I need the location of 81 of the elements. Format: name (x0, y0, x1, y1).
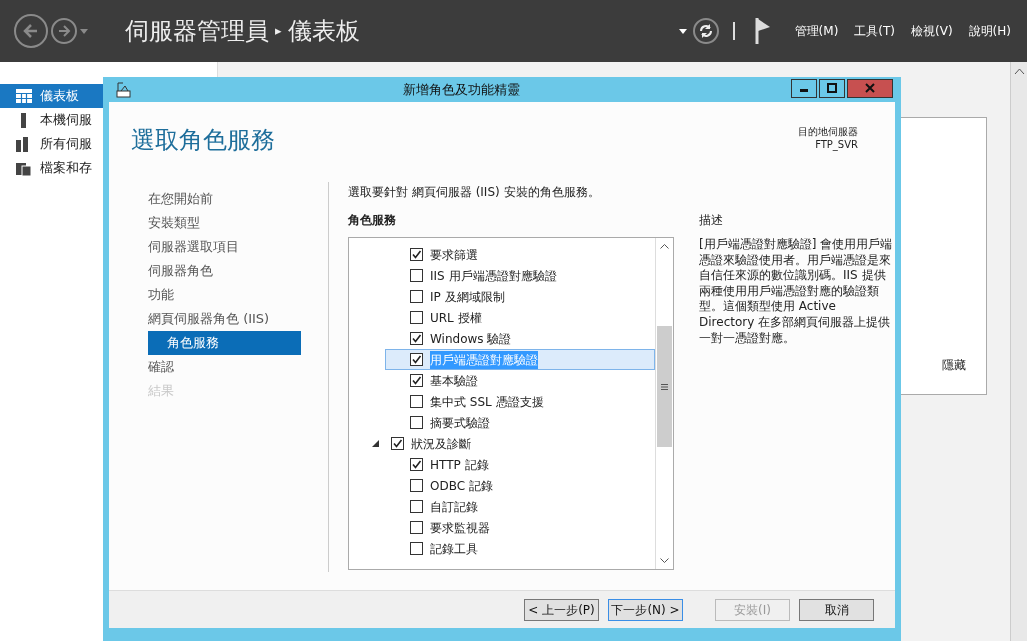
wizard-button[interactable]: 取消 (799, 598, 874, 621)
close-icon (865, 83, 875, 93)
arrow-right-icon (56, 23, 72, 39)
page-title: 儀表板 (287, 16, 360, 47)
checkbox[interactable] (391, 437, 404, 450)
tree-row[interactable]: ODBC 記錄 (349, 475, 654, 496)
tree-row[interactable]: IIS 用戶端憑證對應驗證 (349, 265, 654, 286)
destination-label: 目的地伺服器 (798, 126, 858, 139)
nav-item[interactable]: 本機伺服 (0, 108, 103, 132)
wizard-step[interactable]: 伺服器角色 (148, 259, 301, 283)
menu-item[interactable]: 工具(T) (848, 22, 902, 40)
section-heading: 描述 (699, 212, 724, 229)
chevron-up-icon (660, 244, 669, 249)
checkbox[interactable] (410, 500, 423, 513)
wizard-step[interactable]: 安裝類型 (148, 211, 301, 235)
description-text: [用戶端憑證對應驗證] 會使用用戶端憑證來驗證使用者。用戶端憑證是來自信任來源的數位識別碼。IIS 提供兩種使用用戶端憑證對應的驗證類型。這個類型使用 Active Directory 在多部網頁伺服器上提供一對一憑證對應。 (699, 237, 894, 347)
checkbox[interactable] (410, 395, 423, 408)
hide-link[interactable]: 隱藏 (942, 356, 966, 374)
checkbox[interactable] (410, 416, 423, 429)
nav-item[interactable]: 所有伺服 (0, 132, 103, 156)
checkbox[interactable] (410, 542, 423, 555)
minimize-button[interactable] (791, 78, 817, 98)
wizard-step[interactable]: 確認 (148, 355, 301, 379)
tree-row[interactable]: 要求篩選 (349, 244, 654, 265)
scrollbar[interactable] (655, 238, 673, 569)
wizard-icon (115, 81, 131, 98)
checkbox[interactable] (410, 458, 423, 471)
dropdown-caret-icon[interactable] (678, 28, 687, 34)
tree-row[interactable]: 狀況及診斷 (349, 433, 654, 454)
wizard-button[interactable]: 下一步(N) > (608, 598, 683, 621)
wizard-step[interactable]: 在您開始前 (148, 187, 301, 211)
checkbox[interactable] (410, 479, 423, 492)
refresh-button[interactable] (692, 18, 719, 44)
close-button[interactable] (847, 78, 893, 98)
checkbox[interactable] (410, 269, 423, 282)
checkbox[interactable] (410, 521, 423, 534)
scrollbar[interactable] (1010, 62, 1027, 641)
tree-row[interactable]: 要求監視器 (349, 517, 654, 538)
breadcrumb-separator: ▸ (275, 22, 282, 41)
window-title: 新增角色及功能精靈 (401, 80, 521, 99)
instruction-text: 選取要針對 網頁伺服器 (IIS) 安裝的角色服務。 (348, 184, 601, 201)
files-icon (16, 160, 32, 176)
section-heading: 角色服務 (348, 212, 397, 229)
wizard-button[interactable]: < 上一步(P) (524, 598, 599, 621)
menu-item[interactable]: 管理(M) (788, 22, 845, 40)
checkbox[interactable] (410, 353, 423, 366)
maximize-button[interactable] (819, 78, 845, 98)
wizard-step[interactable]: 角色服務 (148, 331, 301, 355)
grip-icon (661, 383, 668, 390)
chevron-down-icon (660, 558, 669, 563)
nav-item[interactable]: 檔案和存 (0, 156, 103, 180)
tree-row[interactable]: 集中式 SSL 憑證支援 (349, 391, 654, 412)
wizard-step[interactable]: 網頁伺服器角色 (IIS) (148, 307, 301, 331)
forward-button[interactable] (51, 18, 77, 44)
maximize-icon (827, 83, 837, 93)
checkbox[interactable] (410, 290, 423, 303)
checkbox[interactable] (410, 374, 423, 387)
tree-row[interactable]: Windows 驗證 (349, 328, 654, 349)
tree-row[interactable]: 基本驗證 (349, 370, 654, 391)
nav-item[interactable]: 儀表板 (0, 84, 103, 108)
tree-row[interactable]: HTTP 記錄 (349, 454, 654, 475)
checkbox[interactable] (410, 311, 423, 324)
wizard-step[interactable]: 功能 (148, 283, 301, 307)
checkbox[interactable] (410, 248, 423, 261)
flag-icon[interactable] (754, 18, 771, 44)
back-button[interactable] (14, 14, 48, 48)
page-heading: 選取角色服務 (131, 126, 275, 156)
app-title: 伺服器管理員 (125, 16, 269, 47)
tree-row[interactable]: 自訂記錄 (349, 496, 654, 517)
destination-server: FTP_SVR (814, 138, 858, 151)
wizard-step[interactable]: 伺服器選取項目 (148, 235, 301, 259)
menu-item[interactable]: 檢視(V) (905, 22, 959, 40)
refresh-icon (697, 23, 714, 39)
tree-row[interactable]: IP 及網域限制 (349, 286, 654, 307)
tree-row[interactable]: 記錄工具 (349, 538, 654, 559)
tree-row[interactable]: 摘要式驗證 (349, 412, 654, 433)
dashboard-grid-icon (16, 88, 32, 104)
expander-icon[interactable] (372, 440, 379, 447)
tree-row[interactable]: URL 授權 (349, 307, 654, 328)
menu-item[interactable]: 說明(H) (962, 22, 1017, 40)
checkbox[interactable] (410, 332, 423, 345)
